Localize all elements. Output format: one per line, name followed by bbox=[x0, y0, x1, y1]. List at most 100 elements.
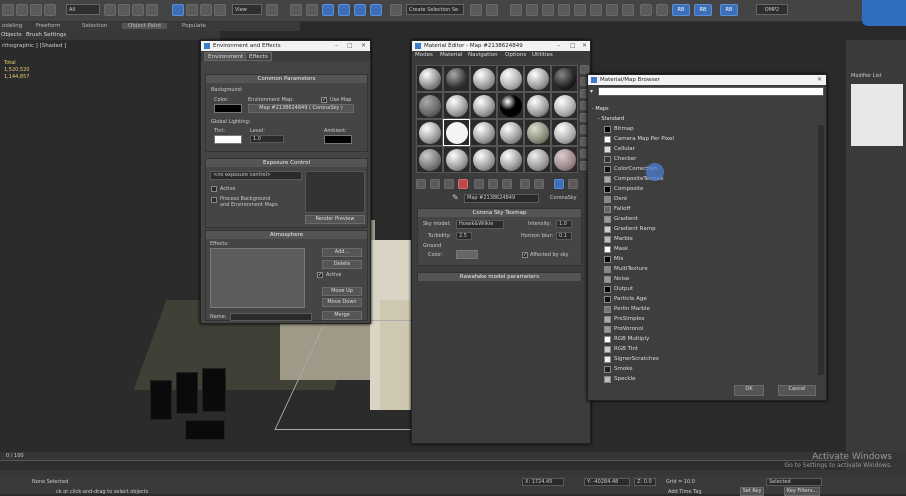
sample-slot[interactable] bbox=[443, 146, 470, 173]
rb-badge-2[interactable]: RB bbox=[694, 4, 712, 16]
material-editor-icon[interactable] bbox=[574, 4, 586, 16]
eyedropper-icon[interactable]: ✎ bbox=[452, 193, 459, 202]
assign-to-selection-icon[interactable] bbox=[444, 179, 454, 189]
omp-button[interactable]: OMP2 bbox=[756, 4, 788, 15]
map-type-item[interactable]: Smoke bbox=[602, 364, 817, 374]
sample-slot[interactable] bbox=[416, 146, 443, 173]
browser-titlebar[interactable]: Material/Map Browser ✕ bbox=[588, 75, 826, 85]
reference-coord-select[interactable]: View bbox=[232, 4, 262, 15]
menu-navigation[interactable]: Navigation bbox=[468, 52, 498, 58]
map-type-item[interactable]: RGB Tint bbox=[602, 344, 817, 354]
map-type-item[interactable]: Dent bbox=[602, 194, 817, 204]
window-crossing-icon[interactable] bbox=[146, 4, 158, 16]
key-filters-button[interactable]: Key Filters... bbox=[784, 487, 820, 496]
x-coordinate[interactable]: X: 1724.45 bbox=[522, 478, 564, 486]
rawafake-header[interactable]: Rawafake model parameters bbox=[418, 273, 581, 281]
sample-slot[interactable] bbox=[551, 146, 578, 173]
move-down-button[interactable]: Move Down bbox=[322, 298, 362, 307]
rendered-frame-icon[interactable] bbox=[606, 4, 618, 16]
maximize-icon[interactable]: □ bbox=[570, 41, 576, 51]
sample-slot[interactable] bbox=[416, 119, 443, 146]
sample-slot[interactable] bbox=[443, 65, 470, 92]
maximize-icon[interactable]: □ bbox=[347, 41, 353, 51]
menu-utilities[interactable]: Utilities bbox=[532, 52, 553, 58]
ok-button[interactable]: OK bbox=[734, 385, 764, 396]
pivot-icon[interactable] bbox=[266, 4, 278, 16]
menu-material[interactable]: Material bbox=[440, 52, 462, 58]
render-preview-button[interactable]: Render Preview bbox=[305, 215, 365, 224]
make-unique-icon[interactable] bbox=[474, 179, 484, 189]
viewport-label[interactable]: rthographic ] [Shaded ] bbox=[2, 43, 66, 49]
ground-color-swatch[interactable] bbox=[456, 250, 478, 259]
sample-slot[interactable] bbox=[470, 65, 497, 92]
menu-options[interactable]: Options bbox=[505, 52, 526, 58]
edit-named-selection-icon[interactable] bbox=[390, 4, 402, 16]
map-type-item[interactable]: Mask bbox=[602, 244, 817, 254]
selected-key-select[interactable]: Selected bbox=[766, 478, 822, 486]
sample-slot[interactable] bbox=[551, 92, 578, 119]
angle-snap-icon[interactable] bbox=[338, 4, 350, 16]
sample-slot[interactable] bbox=[524, 146, 551, 173]
move-icon[interactable] bbox=[172, 4, 184, 16]
map-type-item[interactable]: Marble bbox=[602, 234, 817, 244]
put-to-scene-icon[interactable] bbox=[430, 179, 440, 189]
map-type-item[interactable]: ProSimplex bbox=[602, 314, 817, 324]
level-spinner[interactable]: 1.0 bbox=[250, 135, 284, 143]
close-icon[interactable]: ✕ bbox=[361, 41, 366, 51]
effects-list[interactable] bbox=[210, 248, 305, 308]
effect-active-checkbox[interactable]: ✓ bbox=[317, 272, 323, 278]
move-up-button[interactable]: Move Up bbox=[322, 287, 362, 296]
map-type-item[interactable]: ColorCorrection bbox=[602, 164, 817, 174]
rectangle-select-icon[interactable] bbox=[132, 4, 144, 16]
map-type-item[interactable]: Speckle bbox=[602, 374, 817, 384]
timeline-ruler[interactable] bbox=[0, 460, 846, 470]
background-color-swatch[interactable] bbox=[214, 104, 242, 113]
ambient-color-swatch[interactable] bbox=[324, 135, 352, 144]
keyboard-shortcut-icon[interactable] bbox=[306, 4, 318, 16]
map-type-item[interactable]: Falloff bbox=[602, 204, 817, 214]
tab-populate[interactable]: Populate bbox=[182, 23, 206, 29]
snap-toggle-icon[interactable] bbox=[322, 4, 334, 16]
env-titlebar[interactable]: Environment and Effects – □ ✕ bbox=[201, 41, 370, 51]
redo-icon[interactable] bbox=[16, 4, 28, 16]
show-in-viewport-icon[interactable] bbox=[520, 179, 530, 189]
percent-snap-icon[interactable] bbox=[354, 4, 366, 16]
sample-slot[interactable] bbox=[470, 119, 497, 146]
z-coordinate[interactable]: Z: 0.0 bbox=[634, 478, 656, 486]
map-type-item[interactable]: Checker bbox=[602, 154, 817, 164]
sample-slot[interactable] bbox=[470, 92, 497, 119]
process-background-checkbox[interactable] bbox=[211, 197, 217, 203]
place-icon[interactable] bbox=[214, 4, 226, 16]
sample-slot[interactable] bbox=[443, 92, 470, 119]
atmosphere-header[interactable]: Atmosphere bbox=[206, 231, 367, 239]
put-to-library-icon[interactable] bbox=[488, 179, 498, 189]
map-type-item[interactable]: Output bbox=[602, 284, 817, 294]
exposure-active-checkbox[interactable] bbox=[211, 186, 217, 192]
tint-color-swatch[interactable] bbox=[214, 135, 242, 144]
select-manipulate-icon[interactable] bbox=[290, 4, 302, 16]
rb-badge-3[interactable]: RB bbox=[720, 4, 738, 16]
named-selection-set-select[interactable]: Create Selection Se bbox=[406, 4, 464, 15]
map-type-button[interactable]: CoronaSky bbox=[550, 195, 577, 201]
sample-slot[interactable] bbox=[470, 146, 497, 173]
set-key-button[interactable]: Set Key bbox=[740, 487, 764, 496]
browser-scrollbar[interactable] bbox=[818, 125, 824, 375]
sample-type-icon[interactable] bbox=[580, 65, 589, 74]
add-time-tag[interactable]: Add Time Tag bbox=[668, 489, 702, 495]
sample-slot-active[interactable] bbox=[443, 119, 470, 146]
undo-icon[interactable] bbox=[2, 4, 14, 16]
tab-selection[interactable]: Selection bbox=[82, 23, 107, 29]
select-object-icon[interactable] bbox=[104, 4, 116, 16]
corona-icon[interactable] bbox=[640, 4, 652, 16]
affected-by-sky-checkbox[interactable]: ✓ bbox=[522, 252, 528, 258]
selection-filter-select[interactable]: All bbox=[66, 4, 100, 15]
exposure-control-header[interactable]: Exposure Control bbox=[206, 159, 367, 167]
map-type-item[interactable]: Gradient Ramp bbox=[602, 224, 817, 234]
tab-environment[interactable]: Environment bbox=[204, 52, 248, 61]
get-material-icon[interactable] bbox=[416, 179, 426, 189]
corona-fb-icon[interactable] bbox=[656, 4, 668, 16]
sample-slot[interactable] bbox=[524, 92, 551, 119]
standard-section[interactable]: - Standard bbox=[598, 116, 624, 122]
turbidity-spinner[interactable]: 2.5 bbox=[456, 232, 472, 240]
scale-icon[interactable] bbox=[200, 4, 212, 16]
